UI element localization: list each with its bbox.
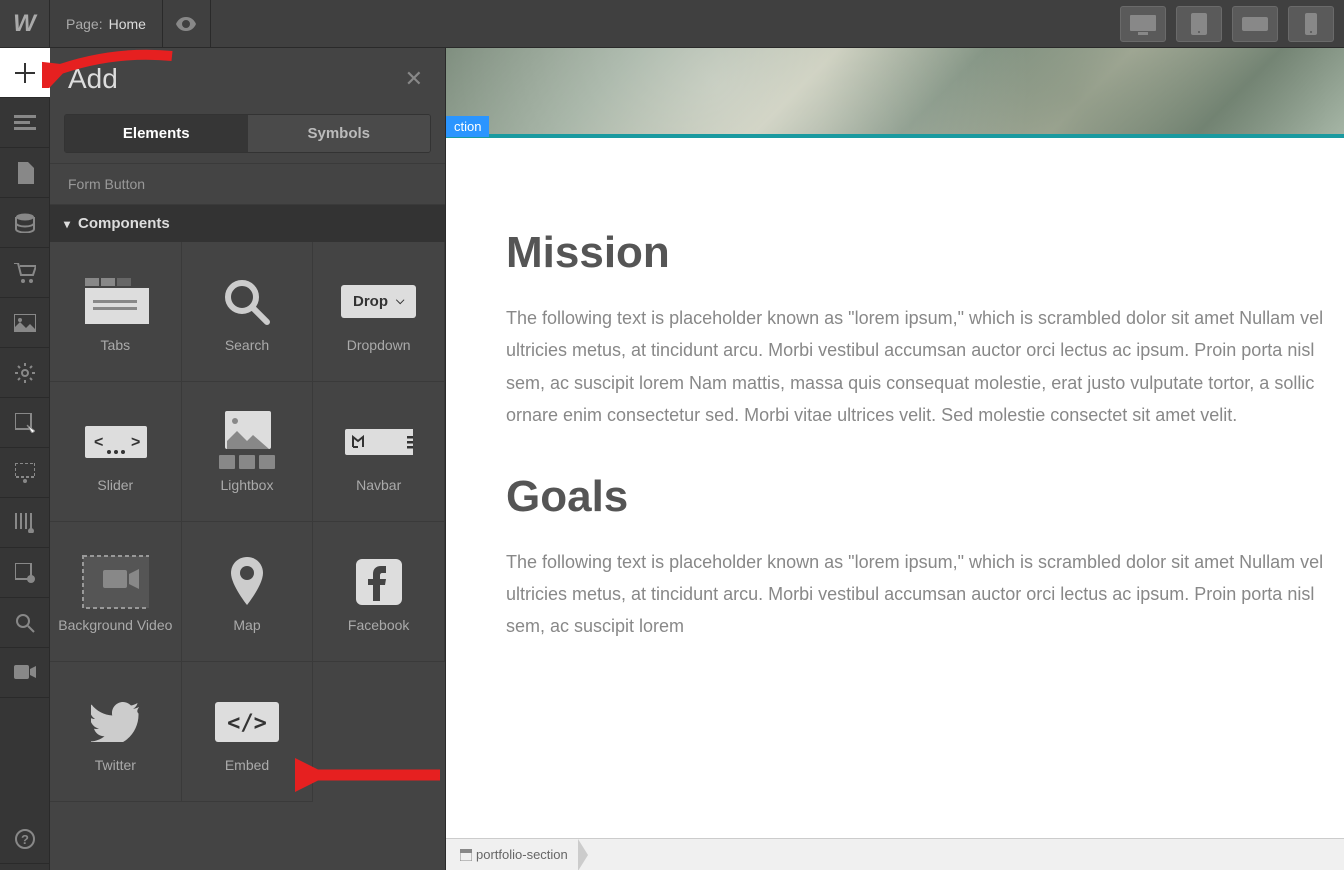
components-section-label: Components [78,215,170,232]
tool-button-1[interactable] [0,398,50,448]
settings-button[interactable] [0,348,50,398]
help-button[interactable]: ? [0,814,50,864]
tablet-device-button[interactable] [1176,6,1222,42]
section-icon [460,849,472,861]
content-section: Mission The following text is placeholde… [446,138,1344,643]
close-panel-button[interactable]: ✕ [401,62,427,96]
component-navbar[interactable]: Navbar [313,382,445,522]
topbar: W Page: Home [0,0,1344,48]
twitter-icon [81,695,149,749]
component-slider[interactable]: <> Slider [50,382,182,522]
annotation-arrow-2 [295,755,445,795]
search-button[interactable] [0,598,50,648]
component-label: Twitter [95,757,136,773]
component-twitter[interactable]: Twitter [50,662,182,802]
svg-text:?: ? [21,832,29,847]
component-facebook[interactable]: Facebook [313,522,445,662]
component-label: Embed [225,757,269,773]
tabs-icon [81,275,149,329]
paragraph-mission[interactable]: The following text is placeholder known … [506,302,1344,432]
logo[interactable]: W [0,0,50,48]
svg-text:</>: </> [227,711,267,736]
panel-tabs: Elements Symbols [64,114,431,153]
breadcrumb-bar: portfolio-section [446,838,1344,870]
component-label: Facebook [348,617,409,633]
lightbox-icon [213,415,281,469]
dropdown-icon: Drop ⌵ [345,275,413,329]
assets-button[interactable] [0,298,50,348]
navigator-button[interactable] [0,98,50,148]
heading-goals[interactable]: Goals [506,472,1344,522]
navbar-icon [345,415,413,469]
component-label: Map [233,617,260,633]
video-button[interactable] [0,648,50,698]
tablet-landscape-button[interactable] [1232,6,1278,42]
canvas[interactable]: ction Mission The following text is plac… [446,48,1344,870]
embed-icon: </> [213,695,281,749]
annotation-arrow-1 [42,48,182,88]
tool-button-2[interactable] [0,448,50,498]
components-section-header[interactable]: Components [50,205,445,242]
component-label: Tabs [101,337,131,353]
form-button-item[interactable]: Form Button [50,163,445,205]
heading-mission[interactable]: Mission [506,228,1344,278]
component-label: Lightbox [221,477,274,493]
tool-button-3[interactable] [0,498,50,548]
component-background-video[interactable]: Background Video [50,522,182,662]
map-icon [213,555,281,609]
tool-button-4[interactable] [0,548,50,598]
page-name: Home [109,16,146,32]
device-buttons [1120,6,1334,42]
dropdown-btn-text: Drop [353,293,388,310]
component-label: Background Video [58,617,172,633]
paragraph-goals[interactable]: The following text is placeholder known … [506,546,1344,643]
left-rail: ? [0,48,50,870]
tab-symbols[interactable]: Symbols [248,115,431,152]
section-badge[interactable]: ction [446,116,489,137]
component-map[interactable]: Map [182,522,314,662]
cms-button[interactable] [0,198,50,248]
page-selector[interactable]: Page: Home [50,0,163,47]
component-label: Dropdown [347,337,411,353]
hero-image [446,48,1344,138]
slider-icon: <> [81,415,149,469]
ecommerce-button[interactable] [0,248,50,298]
component-tabs[interactable]: Tabs [50,242,182,382]
breadcrumb-label: portfolio-section [476,847,568,862]
component-label: Search [225,337,269,353]
component-label: Slider [97,477,133,493]
search-icon [213,275,281,329]
component-dropdown[interactable]: Drop ⌵ Dropdown [313,242,445,382]
add-panel: Add ✕ Elements Symbols Form Button Compo… [50,48,446,870]
mobile-device-button[interactable] [1288,6,1334,42]
component-embed[interactable]: </> Embed [182,662,314,802]
desktop-device-button[interactable] [1120,6,1166,42]
components-grid: Tabs Search Drop ⌵ Dropdown [50,242,445,802]
component-label: Navbar [356,477,401,493]
tab-elements[interactable]: Elements [65,115,248,152]
component-lightbox[interactable]: Lightbox [182,382,314,522]
svg-text:<: < [94,434,103,451]
preview-button[interactable] [163,0,211,48]
bgvideo-icon [81,555,149,609]
component-search[interactable]: Search [182,242,314,382]
svg-text:>: > [131,434,140,451]
breadcrumb-item[interactable]: portfolio-section [454,847,580,862]
page-label: Page: [66,16,103,32]
pages-button[interactable] [0,148,50,198]
facebook-icon [345,555,413,609]
